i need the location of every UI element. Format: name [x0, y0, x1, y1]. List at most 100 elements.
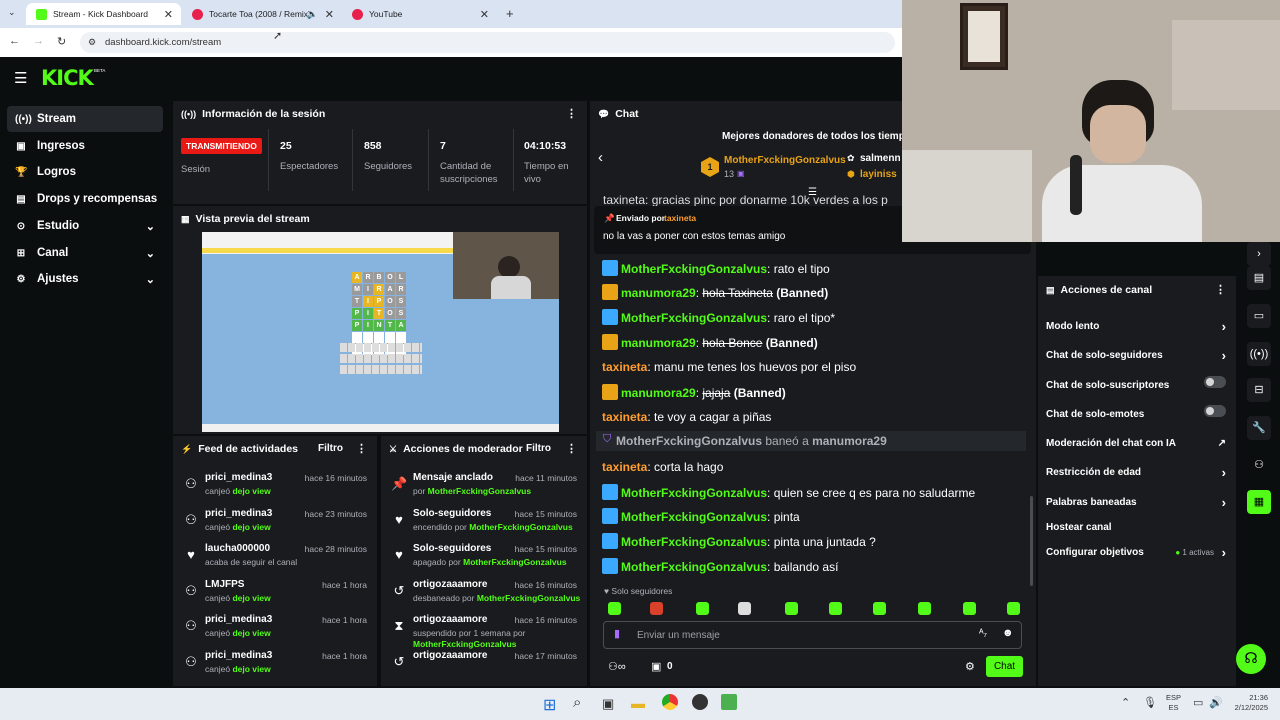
toggle-switch[interactable]	[1204, 405, 1226, 417]
more-options-icon[interactable]: ⋮	[356, 442, 367, 455]
search-icon[interactable]: ⌕	[573, 694, 581, 711]
channel-action-3[interactable]: Chat de solo-suscriptores	[1046, 376, 1226, 391]
users-icon[interactable]: ⚇∞	[608, 660, 626, 673]
list-item[interactable]: ⚇ prici_medina3 canjeó dejo view hace 1 hor…	[173, 614, 377, 648]
chat-username[interactable]: manumora29	[621, 286, 696, 300]
more-options-icon[interactable]: ⋮	[566, 442, 577, 455]
task-view-icon[interactable]: ▣	[602, 696, 614, 712]
emote-icon[interactable]	[873, 602, 886, 615]
chat-message[interactable]: MotherFxckingGonzalvus: raro el tipo*	[602, 309, 835, 326]
back-icon[interactable]: ←	[9, 35, 20, 47]
site-info-icon[interactable]: ⚙	[88, 32, 96, 53]
sidebar-item-ingresos[interactable]: ▣ Ingresos	[7, 133, 163, 159]
chat-message[interactable]: MotherFxckingGonzalvus: bailando así	[602, 558, 838, 575]
item-sub-link[interactable]: dejo view	[232, 593, 270, 603]
more-options-icon[interactable]: ⋮	[1215, 283, 1226, 296]
sidebar-item-estudio[interactable]: ⊙ Estudio ⌄	[7, 213, 163, 239]
new-tab-icon[interactable]: +	[506, 6, 514, 21]
mic-icon[interactable]: ▮	[614, 627, 620, 640]
channel-action-6[interactable]: Restricción de edad ›	[1046, 465, 1226, 480]
file-explorer-icon[interactable]: ▬	[631, 695, 645, 711]
item-sub-link[interactable]: dejo view	[232, 522, 270, 532]
translate-icon[interactable]: ᴬ₇	[979, 628, 987, 639]
kick-app-icon[interactable]: ▦	[1247, 490, 1271, 514]
chat-message[interactable]: manumora29: hola Taxineta (Banned)	[602, 284, 828, 301]
volume-icon[interactable]: 🔊	[1209, 696, 1223, 709]
notes-icon[interactable]: ▤	[1247, 266, 1271, 290]
gear-icon[interactable]: ⚙	[965, 660, 975, 673]
rail-button[interactable]: ›	[1247, 242, 1271, 266]
chat-username[interactable]: MotherFxckingGonzalvus	[621, 535, 767, 549]
list-item[interactable]: ⚇ LMJFPS canjeó dejo view hace 1 hora	[173, 579, 377, 613]
tab-kick-dashboard[interactable]: Stream - Kick Dashboard ✕	[26, 3, 181, 25]
close-icon[interactable]: ✕	[480, 8, 489, 21]
broadcast-icon[interactable]: ((•))	[1247, 342, 1271, 366]
emote-icon[interactable]	[608, 602, 621, 615]
layout-icon[interactable]: ⊟	[1247, 378, 1271, 402]
mic-icon[interactable]: 🎙	[1143, 696, 1157, 709]
item-sub-link[interactable]: MotherFxckingGonzalvus	[477, 593, 580, 603]
url-field[interactable]: ⚙ dashboard.kick.com/stream	[80, 32, 895, 53]
chat-username[interactable]: MotherFxckingGonzalvus	[621, 486, 767, 500]
chat-message[interactable]: manumora29: hola Bonce (Banned)	[602, 334, 818, 351]
item-sub-link[interactable]: MotherFxckingGonzalvus	[469, 522, 572, 532]
chat-message[interactable]: taxineta: manu me tenes los huevos por e…	[602, 359, 856, 375]
chevron-up-icon[interactable]: ⌃	[1121, 696, 1130, 709]
emote-icon[interactable]	[829, 602, 842, 615]
chat-username[interactable]: MotherFxckingGonzalvus	[621, 560, 767, 574]
channel-action-7[interactable]: Palabras baneadas ›	[1046, 495, 1226, 510]
donor-name[interactable]: layiniss	[860, 169, 897, 180]
tab-tocarte-toa[interactable]: Tocarte Toa (2008 / Remix) 🔈 ✕	[182, 3, 342, 25]
emote-icon[interactable]	[650, 602, 663, 615]
channel-action-5[interactable]: Moderación del chat con IA ↗	[1046, 438, 1226, 449]
minecraft-icon[interactable]	[721, 694, 737, 710]
emote-icon[interactable]	[918, 602, 931, 615]
chat-message[interactable]: MotherFxckingGonzalvus: quien se cree q …	[602, 484, 975, 501]
chrome-icon[interactable]	[662, 694, 678, 710]
chat-message[interactable]: taxineta: te voy a cagar a piñas	[602, 409, 771, 425]
chat-scrollbar[interactable]	[1030, 496, 1033, 586]
list-item[interactable]: ⚇ prici_medina3 canjeó dejo view hace 23 mi…	[173, 508, 377, 542]
emote-icon[interactable]	[785, 602, 798, 615]
forward-icon[interactable]: →	[33, 35, 44, 47]
list-item[interactable]: ⚇ prici_medina3 canjeó dejo view hace 16 mi…	[173, 472, 377, 506]
obs-icon[interactable]	[692, 694, 708, 710]
tab-youtube[interactable]: YouTube ✕	[342, 3, 497, 25]
list-item[interactable]: ⧗ ortigozaaamore suspendido por 1 semana p…	[381, 614, 587, 649]
chat-username[interactable]: taxineta	[602, 360, 647, 374]
chat-message[interactable]: taxineta: corta la hago	[602, 459, 723, 475]
list-item[interactable]: ♥ Solo-seguidores apagado por MotherFxckin…	[381, 543, 587, 577]
speaker-icon[interactable]: 🔈	[307, 9, 318, 20]
toggle-switch[interactable]	[1204, 376, 1226, 388]
chat-username[interactable]: MotherFxckingGonzalvus	[621, 510, 767, 524]
network-icon[interactable]: ▭	[1193, 696, 1203, 709]
sidebar-item-stream[interactable]: ((•)) Stream	[7, 106, 163, 132]
item-sub-link[interactable]: dejo view	[232, 628, 270, 638]
send-chat-button[interactable]: Chat	[986, 656, 1023, 677]
item-sub-link[interactable]: MotherFxckingGonzalvus	[428, 486, 531, 496]
list-item[interactable]: ♥ laucha000000 acaba de seguir el canal ha…	[173, 543, 377, 577]
chat-message[interactable]: MotherFxckingGonzalvus: rato el tipo	[602, 260, 830, 277]
users-icon[interactable]: ⚇	[1247, 453, 1271, 477]
filter-button[interactable]: Filtro	[526, 443, 551, 454]
menu-icon[interactable]: ☰	[14, 69, 27, 87]
list-item[interactable]: ♥ Solo-seguidores encendido por MotherFxck…	[381, 508, 587, 542]
stream-preview-video[interactable]: ARBOLMIRARTIPOSPITOSPINTA	[202, 232, 559, 432]
help-icon[interactable]: ☊	[1236, 644, 1266, 674]
chat-username[interactable]: taxineta	[602, 460, 647, 474]
chat-icon[interactable]: ▭	[1247, 304, 1271, 328]
item-sub-link[interactable]: MotherFxckingGonzalvus	[463, 557, 566, 567]
list-item[interactable]: ⚇ prici_medina3 canjeó dejo view hace 1 hor…	[173, 650, 377, 684]
language-indicator[interactable]: ESP ES	[1166, 693, 1181, 713]
donor-name[interactable]: salmenn	[860, 153, 901, 164]
chat-username[interactable]: MotherFxckingGonzalvus	[621, 262, 767, 276]
chat-input[interactable]: ▮ Enviar un mensaje ᴬ₇ ☻	[603, 621, 1022, 649]
tab-list-icon[interactable]: ⌄	[8, 7, 16, 18]
chevron-left-icon[interactable]: ‹	[598, 149, 603, 166]
chat-message[interactable]: manumora29: jajaja (Banned)	[602, 384, 786, 401]
chat-message[interactable]: MotherFxckingGonzalvus: pinta	[602, 508, 800, 525]
item-sub-link[interactable]: dejo view	[232, 664, 270, 674]
store-icon[interactable]: ▣	[651, 660, 661, 673]
kick-logo[interactable]: KICK	[41, 66, 94, 90]
emote-icon[interactable]	[696, 602, 709, 615]
